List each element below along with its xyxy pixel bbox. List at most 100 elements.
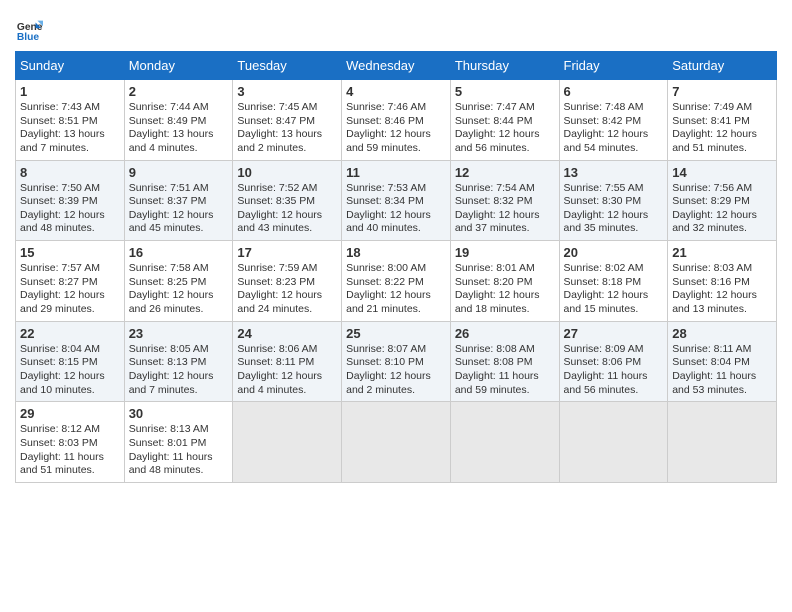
day-details: Sunrise: 8:06 AMSunset: 8:11 PMDaylight:… xyxy=(237,343,322,396)
day-number: 14 xyxy=(672,165,772,180)
day-cell: 6 Sunrise: 7:48 AMSunset: 8:42 PMDayligh… xyxy=(559,80,668,161)
day-cell: 25 Sunrise: 8:07 AMSunset: 8:10 PMDaylig… xyxy=(342,321,451,402)
day-number: 22 xyxy=(20,326,120,341)
calendar-header: SundayMondayTuesdayWednesdayThursdayFrid… xyxy=(16,52,777,80)
day-number: 30 xyxy=(129,406,229,421)
day-number: 29 xyxy=(20,406,120,421)
day-number: 17 xyxy=(237,245,337,260)
day-details: Sunrise: 8:03 AMSunset: 8:16 PMDaylight:… xyxy=(672,262,757,315)
day-details: Sunrise: 7:48 AMSunset: 8:42 PMDaylight:… xyxy=(564,101,649,154)
day-details: Sunrise: 7:52 AMSunset: 8:35 PMDaylight:… xyxy=(237,182,322,235)
day-cell: 21 Sunrise: 8:03 AMSunset: 8:16 PMDaylig… xyxy=(668,241,777,322)
day-details: Sunrise: 7:47 AMSunset: 8:44 PMDaylight:… xyxy=(455,101,540,154)
day-cell xyxy=(342,402,451,483)
day-details: Sunrise: 8:08 AMSunset: 8:08 PMDaylight:… xyxy=(455,343,539,396)
day-details: Sunrise: 8:12 AMSunset: 8:03 PMDaylight:… xyxy=(20,423,104,476)
day-cell: 29 Sunrise: 8:12 AMSunset: 8:03 PMDaylig… xyxy=(16,402,125,483)
day-number: 6 xyxy=(564,84,664,99)
day-details: Sunrise: 8:13 AMSunset: 8:01 PMDaylight:… xyxy=(129,423,213,476)
day-cell: 20 Sunrise: 8:02 AMSunset: 8:18 PMDaylig… xyxy=(559,241,668,322)
day-number: 5 xyxy=(455,84,555,99)
day-cell: 1 Sunrise: 7:43 AMSunset: 8:51 PMDayligh… xyxy=(16,80,125,161)
day-number: 27 xyxy=(564,326,664,341)
day-details: Sunrise: 8:09 AMSunset: 8:06 PMDaylight:… xyxy=(564,343,648,396)
day-cell: 18 Sunrise: 8:00 AMSunset: 8:22 PMDaylig… xyxy=(342,241,451,322)
day-number: 23 xyxy=(129,326,229,341)
day-number: 8 xyxy=(20,165,120,180)
day-details: Sunrise: 7:43 AMSunset: 8:51 PMDaylight:… xyxy=(20,101,105,154)
week-row-5: 29 Sunrise: 8:12 AMSunset: 8:03 PMDaylig… xyxy=(16,402,777,483)
day-cell: 27 Sunrise: 8:09 AMSunset: 8:06 PMDaylig… xyxy=(559,321,668,402)
calendar-table: SundayMondayTuesdayWednesdayThursdayFrid… xyxy=(15,51,777,483)
week-row-1: 1 Sunrise: 7:43 AMSunset: 8:51 PMDayligh… xyxy=(16,80,777,161)
day-cell: 28 Sunrise: 8:11 AMSunset: 8:04 PMDaylig… xyxy=(668,321,777,402)
day-cell xyxy=(450,402,559,483)
logo: General Blue xyxy=(15,15,47,43)
week-row-4: 22 Sunrise: 8:04 AMSunset: 8:15 PMDaylig… xyxy=(16,321,777,402)
day-number: 2 xyxy=(129,84,229,99)
day-cell: 9 Sunrise: 7:51 AMSunset: 8:37 PMDayligh… xyxy=(124,160,233,241)
header-day-thursday: Thursday xyxy=(450,52,559,80)
day-details: Sunrise: 7:44 AMSunset: 8:49 PMDaylight:… xyxy=(129,101,214,154)
day-number: 3 xyxy=(237,84,337,99)
day-cell: 19 Sunrise: 8:01 AMSunset: 8:20 PMDaylig… xyxy=(450,241,559,322)
header-day-friday: Friday xyxy=(559,52,668,80)
day-cell: 7 Sunrise: 7:49 AMSunset: 8:41 PMDayligh… xyxy=(668,80,777,161)
day-number: 21 xyxy=(672,245,772,260)
day-cell: 2 Sunrise: 7:44 AMSunset: 8:49 PMDayligh… xyxy=(124,80,233,161)
day-number: 11 xyxy=(346,165,446,180)
day-details: Sunrise: 7:59 AMSunset: 8:23 PMDaylight:… xyxy=(237,262,322,315)
day-number: 13 xyxy=(564,165,664,180)
day-number: 25 xyxy=(346,326,446,341)
header-day-sunday: Sunday xyxy=(16,52,125,80)
day-details: Sunrise: 8:02 AMSunset: 8:18 PMDaylight:… xyxy=(564,262,649,315)
day-cell: 16 Sunrise: 7:58 AMSunset: 8:25 PMDaylig… xyxy=(124,241,233,322)
day-number: 19 xyxy=(455,245,555,260)
header-day-saturday: Saturday xyxy=(668,52,777,80)
day-cell: 10 Sunrise: 7:52 AMSunset: 8:35 PMDaylig… xyxy=(233,160,342,241)
day-cell: 24 Sunrise: 8:06 AMSunset: 8:11 PMDaylig… xyxy=(233,321,342,402)
day-details: Sunrise: 7:50 AMSunset: 8:39 PMDaylight:… xyxy=(20,182,105,235)
header-day-tuesday: Tuesday xyxy=(233,52,342,80)
day-details: Sunrise: 7:45 AMSunset: 8:47 PMDaylight:… xyxy=(237,101,322,154)
day-cell: 17 Sunrise: 7:59 AMSunset: 8:23 PMDaylig… xyxy=(233,241,342,322)
day-cell: 22 Sunrise: 8:04 AMSunset: 8:15 PMDaylig… xyxy=(16,321,125,402)
day-cell: 13 Sunrise: 7:55 AMSunset: 8:30 PMDaylig… xyxy=(559,160,668,241)
day-number: 7 xyxy=(672,84,772,99)
day-number: 12 xyxy=(455,165,555,180)
day-number: 9 xyxy=(129,165,229,180)
day-cell: 26 Sunrise: 8:08 AMSunset: 8:08 PMDaylig… xyxy=(450,321,559,402)
day-cell: 15 Sunrise: 7:57 AMSunset: 8:27 PMDaylig… xyxy=(16,241,125,322)
day-number: 20 xyxy=(564,245,664,260)
day-number: 18 xyxy=(346,245,446,260)
header-day-monday: Monday xyxy=(124,52,233,80)
day-details: Sunrise: 7:49 AMSunset: 8:41 PMDaylight:… xyxy=(672,101,757,154)
day-cell: 14 Sunrise: 7:56 AMSunset: 8:29 PMDaylig… xyxy=(668,160,777,241)
svg-text:Blue: Blue xyxy=(17,32,40,43)
day-cell: 30 Sunrise: 8:13 AMSunset: 8:01 PMDaylig… xyxy=(124,402,233,483)
day-number: 15 xyxy=(20,245,120,260)
day-cell: 23 Sunrise: 8:05 AMSunset: 8:13 PMDaylig… xyxy=(124,321,233,402)
header-day-wednesday: Wednesday xyxy=(342,52,451,80)
day-details: Sunrise: 7:53 AMSunset: 8:34 PMDaylight:… xyxy=(346,182,431,235)
day-cell: 5 Sunrise: 7:47 AMSunset: 8:44 PMDayligh… xyxy=(450,80,559,161)
day-number: 26 xyxy=(455,326,555,341)
day-cell xyxy=(233,402,342,483)
day-details: Sunrise: 8:00 AMSunset: 8:22 PMDaylight:… xyxy=(346,262,431,315)
day-number: 4 xyxy=(346,84,446,99)
day-details: Sunrise: 7:57 AMSunset: 8:27 PMDaylight:… xyxy=(20,262,105,315)
header: General Blue xyxy=(15,15,777,43)
day-number: 10 xyxy=(237,165,337,180)
day-number: 24 xyxy=(237,326,337,341)
day-cell: 8 Sunrise: 7:50 AMSunset: 8:39 PMDayligh… xyxy=(16,160,125,241)
day-number: 1 xyxy=(20,84,120,99)
day-cell xyxy=(559,402,668,483)
day-details: Sunrise: 8:04 AMSunset: 8:15 PMDaylight:… xyxy=(20,343,105,396)
day-details: Sunrise: 7:46 AMSunset: 8:46 PMDaylight:… xyxy=(346,101,431,154)
day-details: Sunrise: 8:05 AMSunset: 8:13 PMDaylight:… xyxy=(129,343,214,396)
day-cell: 12 Sunrise: 7:54 AMSunset: 8:32 PMDaylig… xyxy=(450,160,559,241)
week-row-2: 8 Sunrise: 7:50 AMSunset: 8:39 PMDayligh… xyxy=(16,160,777,241)
header-row: SundayMondayTuesdayWednesdayThursdayFrid… xyxy=(16,52,777,80)
day-details: Sunrise: 7:56 AMSunset: 8:29 PMDaylight:… xyxy=(672,182,757,235)
logo-icon: General Blue xyxy=(15,15,43,43)
